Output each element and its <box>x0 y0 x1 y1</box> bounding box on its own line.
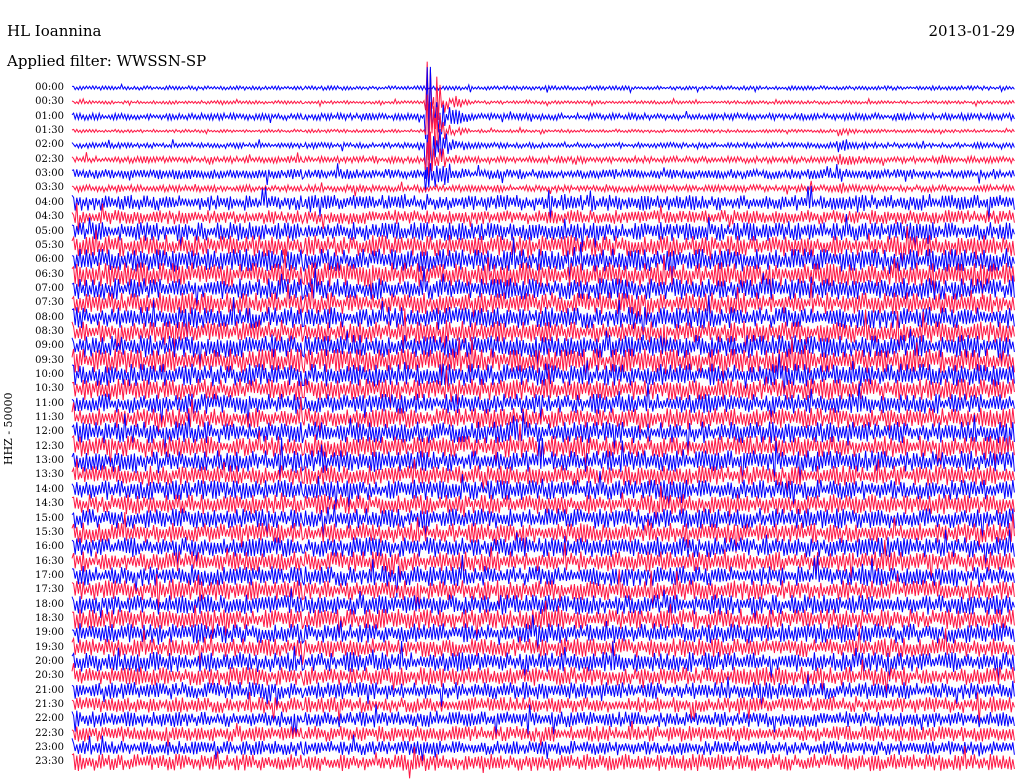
trace-row-0430 <box>71 203 1015 231</box>
helicorder-page: HL Ioannina Applied filter: WWSSN-SP 201… <box>0 0 1024 780</box>
trace-row-0130 <box>71 94 1015 161</box>
trace-row-0000 <box>72 82 1015 95</box>
trace-row-0330 <box>71 180 1015 197</box>
seismogram-plot <box>71 61 1015 779</box>
trace-row-2230 <box>71 721 1015 747</box>
